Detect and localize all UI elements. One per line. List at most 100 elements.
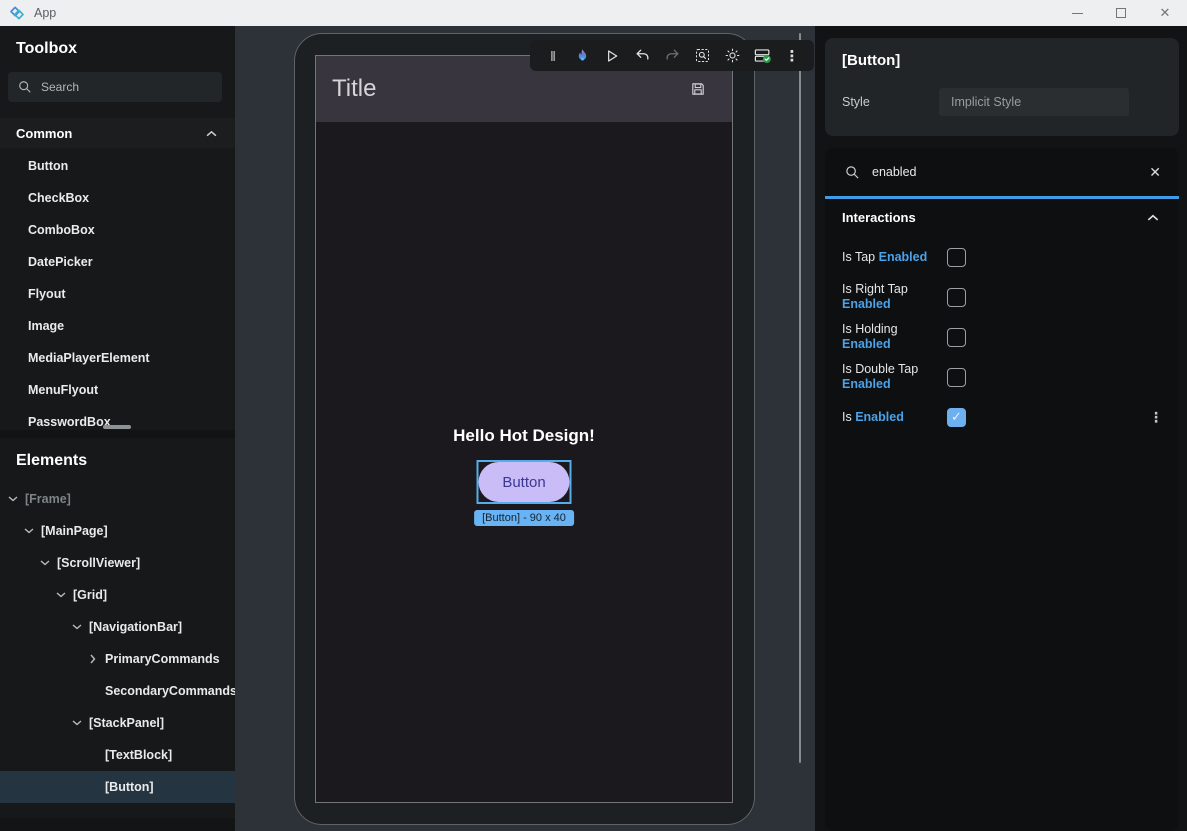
chevron-up-icon	[1147, 208, 1159, 226]
is-right-tap-enabled-checkbox[interactable]: ✓	[947, 288, 966, 307]
search-focus-underline	[825, 196, 1179, 199]
app-logo-icon	[8, 4, 26, 22]
tree-item-button[interactable]: [Button]	[0, 771, 235, 803]
toolbox-item-datepicker[interactable]: DatePicker	[0, 246, 235, 278]
close-button[interactable]: ✕	[1143, 0, 1187, 26]
left-sidebar: Toolbox Common Button CheckBox ComboBox …	[0, 26, 235, 831]
window-titlebar: App ✕	[0, 0, 1187, 26]
toolbox-scrollbar-thumb[interactable]	[103, 425, 131, 429]
textblock-element[interactable]: Hello Hot Design!	[316, 426, 732, 446]
minimize-button[interactable]	[1055, 0, 1099, 26]
hot-design-flame-button[interactable]	[568, 42, 596, 70]
flame-icon	[574, 47, 591, 65]
tree-item-frame[interactable]: [Frame]	[0, 483, 235, 515]
chevron-down-icon[interactable]	[8, 496, 18, 502]
undo-button[interactable]	[628, 42, 656, 70]
is-tap-enabled-checkbox[interactable]: ✓	[947, 248, 966, 267]
properties-card: ✕ Interactions Is Tap Enabled ✓ Is Right…	[825, 148, 1179, 831]
devtools-connection-button[interactable]	[748, 42, 776, 70]
play-icon	[604, 48, 620, 64]
style-label: Style	[842, 95, 870, 109]
toolbox-item-checkbox[interactable]: CheckBox	[0, 182, 235, 214]
selected-element-title: [Button]	[825, 38, 1179, 69]
toolbox-title: Toolbox	[0, 26, 235, 68]
toolbox-item-image[interactable]: Image	[0, 310, 235, 342]
tree-item-stackpanel[interactable]: [StackPanel]	[0, 707, 235, 739]
chevron-down-icon[interactable]	[40, 560, 50, 566]
selection-size-badge: [Button] - 90 x 40	[474, 510, 574, 526]
server-connected-icon	[753, 46, 772, 65]
is-enabled-checkbox[interactable]: ✓	[947, 408, 966, 427]
property-row-is-right-tap-enabled: Is Right Tap Enabled ✓	[825, 277, 1179, 317]
redo-button[interactable]	[658, 42, 686, 70]
sidebar-bottom-strip	[0, 818, 235, 831]
tree-item-primarycommands[interactable]: PrimaryCommands	[0, 643, 235, 675]
tree-item-secondarycommands[interactable]: SecondaryCommands	[0, 675, 235, 707]
canvas-scrollbar[interactable]	[799, 33, 801, 763]
chevron-down-icon[interactable]	[72, 720, 82, 726]
tree-item-mainpage[interactable]: [MainPage]	[0, 515, 235, 547]
chevron-down-icon[interactable]	[56, 592, 66, 598]
chevron-down-icon[interactable]	[24, 528, 34, 534]
design-canvas[interactable]: Title Hello Hot Design! Button [Button] …	[235, 26, 815, 831]
maximize-icon	[1116, 8, 1126, 18]
toolbox-item-mediaplayerelement[interactable]: MediaPlayerElement	[0, 342, 235, 374]
is-holding-enabled-checkbox[interactable]: ✓	[947, 328, 966, 347]
property-row-is-double-tap-enabled: Is Double Tap Enabled ✓	[825, 357, 1179, 397]
is-double-tap-enabled-checkbox[interactable]: ✓	[947, 368, 966, 387]
interactions-rows: Is Tap Enabled ✓ Is Right Tap Enabled ✓ …	[825, 237, 1179, 437]
sun-icon	[724, 47, 741, 64]
tree-item-grid[interactable]: [Grid]	[0, 579, 235, 611]
minimize-icon	[1072, 13, 1083, 14]
undo-icon	[634, 47, 651, 64]
search-icon	[845, 165, 860, 180]
tree-item-navigationbar[interactable]: [NavigationBar]	[0, 611, 235, 643]
chevron-right-icon[interactable]	[88, 656, 98, 662]
elements-tree: [Frame] [MainPage] [ScrollViewer] [Grid]…	[0, 483, 235, 803]
selected-element-card: [Button] Style Implicit Style	[825, 38, 1179, 136]
theme-toggle-button[interactable]	[718, 42, 746, 70]
element-inspector-button[interactable]	[688, 42, 716, 70]
tree-item-textblock[interactable]: [TextBlock]	[0, 739, 235, 771]
redo-icon	[664, 47, 681, 64]
hot-design-toolbar: ‖	[530, 40, 814, 71]
property-row-is-holding-enabled: Is Holding Enabled ✓	[825, 317, 1179, 357]
toolbox-item-button[interactable]: Button	[0, 150, 235, 182]
toolbox-section-common[interactable]: Common	[0, 118, 235, 148]
elements-title: Elements	[0, 438, 235, 480]
interactions-section-header[interactable]: Interactions	[825, 203, 1179, 231]
button-selection-outline[interactable]: Button	[477, 460, 572, 504]
toolbox-search[interactable]	[8, 72, 222, 102]
toolbox-item-combobox[interactable]: ComboBox	[0, 214, 235, 246]
panel-divider	[0, 430, 235, 438]
tree-item-scrollviewer[interactable]: [ScrollViewer]	[0, 547, 235, 579]
device-frame: Title Hello Hot Design! Button [Button] …	[294, 33, 755, 825]
clear-search-icon[interactable]: ✕	[1149, 164, 1161, 181]
style-input[interactable]: Implicit Style	[939, 88, 1129, 116]
interactions-title: Interactions	[842, 210, 916, 225]
property-search[interactable]: ✕	[825, 148, 1179, 196]
maximize-button[interactable]	[1099, 0, 1143, 26]
property-options-icon[interactable]: ⋮	[1145, 405, 1167, 430]
property-row-is-tap-enabled: Is Tap Enabled ✓	[825, 237, 1179, 277]
device-screen[interactable]: Title Hello Hot Design! Button [Button] …	[315, 55, 733, 803]
play-button[interactable]	[598, 42, 626, 70]
toolbar-overflow-button[interactable]: ⋮	[778, 42, 806, 70]
property-search-input[interactable]	[872, 165, 1112, 179]
chevron-down-icon[interactable]	[72, 624, 82, 630]
inspect-element-icon	[694, 47, 711, 64]
window-title: App	[34, 6, 56, 20]
button-element[interactable]: Button	[479, 462, 570, 502]
close-icon: ✕	[1160, 5, 1171, 21]
toolbar-drag-handle[interactable]: ‖	[538, 42, 566, 70]
toolbox-item-flyout[interactable]: Flyout	[0, 278, 235, 310]
nav-title-text[interactable]: Title	[332, 75, 376, 103]
save-icon[interactable]	[690, 81, 706, 97]
check-icon: ✓	[951, 409, 962, 425]
section-label: Common	[16, 126, 72, 141]
overflow-menu-icon: ⋮	[785, 47, 800, 65]
toolbox-item-menuflyout[interactable]: MenuFlyout	[0, 374, 235, 406]
toolbox-search-input[interactable]	[41, 80, 201, 94]
drag-handle-icon: ‖	[550, 48, 554, 64]
toolbox-item-list: Button CheckBox ComboBox DatePicker Flyo…	[0, 150, 235, 438]
